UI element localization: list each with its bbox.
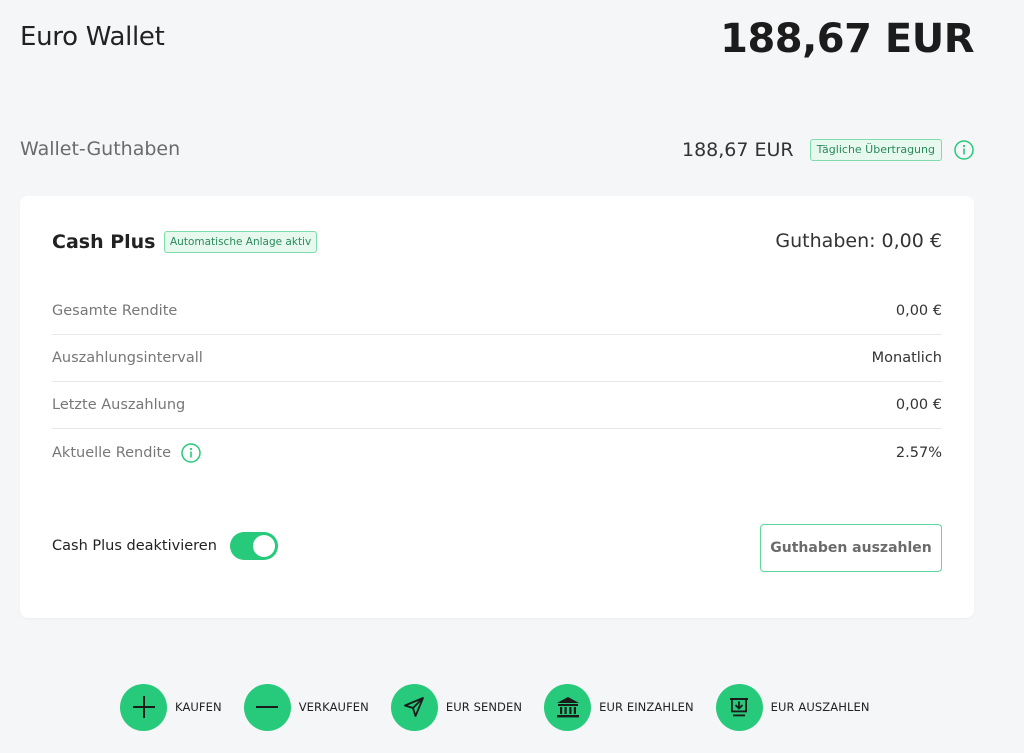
wallet-balance-row: Wallet-Guthaben 188,67 EUR Tägliche Über… <box>20 134 974 166</box>
detail-label: Letzte Auszahlung <box>52 397 186 413</box>
sell-action[interactable]: VERKAUFEN <box>243 683 369 731</box>
card-balance: Guthaben: 0,00 € <box>775 230 942 252</box>
withdraw-icon[interactable] <box>715 683 763 731</box>
card-details: Gesamte Rendite 0,00 € Auszahlungsinterv… <box>52 288 942 476</box>
detail-row: Letzte Auszahlung 0,00 € <box>52 382 942 429</box>
header: Euro Wallet 188,67 EUR <box>20 14 974 66</box>
auto-invest-badge: Automatische Anlage aktiv <box>164 231 318 253</box>
detail-value: 2.57% <box>895 444 942 461</box>
toggle-label: Cash Plus deaktivieren <box>52 538 217 554</box>
send-eur-action[interactable]: EUR SENDEN <box>390 683 522 731</box>
sell-label[interactable]: VERKAUFEN <box>299 700 369 714</box>
buy-label[interactable]: KAUFEN <box>175 700 222 714</box>
detail-value: Monatlich <box>871 350 942 366</box>
detail-value: 0,00 € <box>895 397 942 413</box>
detail-label: Auszahlungsintervall <box>52 350 203 366</box>
detail-row: Auszahlungsintervall Monatlich <box>52 335 942 382</box>
card-footer: Cash Plus deaktivieren Guthaben auszahle… <box>52 524 942 572</box>
withdraw-eur-action[interactable]: EUR AUSZAHLEN <box>715 683 870 731</box>
toggle-knob <box>253 535 275 557</box>
daily-transfer-badge: Tägliche Übertragung <box>809 139 942 161</box>
cash-plus-toggle[interactable] <box>230 532 278 560</box>
wallet-page: Euro Wallet 188,67 EUR Wallet-Guthaben 1… <box>0 0 1024 753</box>
send-eur-label[interactable]: EUR SENDEN <box>446 700 522 714</box>
send-icon[interactable] <box>390 683 438 731</box>
cash-plus-card: Cash Plus Automatische Anlage aktiv Guth… <box>20 196 974 618</box>
wallet-balance-amount: 188,67 EUR <box>681 139 794 161</box>
minus-icon[interactable] <box>243 683 291 731</box>
detail-row: Aktuelle Rendite 2.57% <box>52 429 942 476</box>
page-title: Euro Wallet <box>20 22 165 52</box>
deposit-eur-label[interactable]: EUR EINZAHLEN <box>599 700 694 714</box>
total-balance: 188,67 EUR <box>720 16 974 62</box>
withdraw-eur-label[interactable]: EUR AUSZAHLEN <box>771 700 870 714</box>
plus-icon[interactable] <box>120 683 167 731</box>
action-bar: KAUFEN VERKAUFEN EUR SENDEN EUR EINZAHLE… <box>120 683 892 731</box>
bank-icon[interactable] <box>544 683 592 731</box>
card-title: Cash Plus <box>52 231 156 253</box>
payout-button[interactable]: Guthaben auszahlen <box>760 524 942 572</box>
deposit-eur-action[interactable]: EUR EINZAHLEN <box>544 683 694 731</box>
wallet-balance-info: 188,67 EUR Tägliche Übertragung <box>682 134 974 166</box>
detail-label: Aktuelle Rendite <box>52 444 172 461</box>
detail-value: 0,00 € <box>895 303 942 319</box>
info-icon[interactable] <box>181 442 201 463</box>
detail-label: Gesamte Rendite <box>52 303 178 319</box>
buy-action[interactable]: KAUFEN <box>120 683 222 731</box>
detail-label-with-info: Aktuelle Rendite <box>52 442 201 463</box>
detail-row: Gesamte Rendite 0,00 € <box>52 288 942 335</box>
card-header: Cash Plus Automatische Anlage aktiv Guth… <box>52 226 942 260</box>
info-icon[interactable] <box>954 140 974 160</box>
wallet-balance-label: Wallet-Guthaben <box>20 138 181 160</box>
